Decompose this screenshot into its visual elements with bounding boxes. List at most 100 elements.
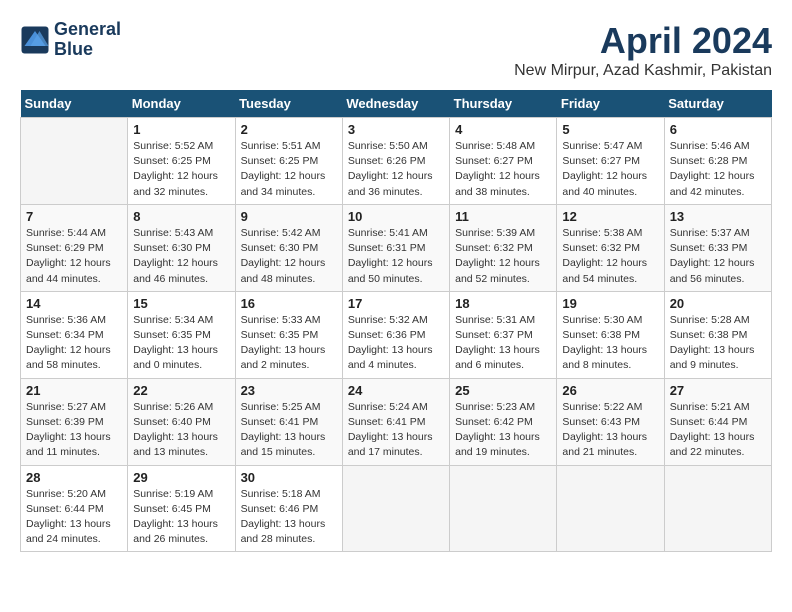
weekday-header-thursday: Thursday [450,90,557,118]
weekday-header-tuesday: Tuesday [235,90,342,118]
day-number: 22 [133,383,229,398]
day-number: 26 [562,383,658,398]
calendar-cell: 5 Sunrise: 5:47 AM Sunset: 6:27 PM Daylig… [557,118,664,205]
day-number: 6 [670,122,766,137]
day-number: 13 [670,209,766,224]
day-number: 19 [562,296,658,311]
calendar-cell: 9 Sunrise: 5:42 AM Sunset: 6:30 PM Daylig… [235,204,342,291]
calendar-cell: 22 Sunrise: 5:26 AM Sunset: 6:40 PM Dayli… [128,378,235,465]
day-number: 2 [241,122,337,137]
calendar-cell [342,465,449,552]
day-number: 17 [348,296,444,311]
day-number: 15 [133,296,229,311]
day-number: 3 [348,122,444,137]
calendar-cell: 14Sunrise: 5:36 AM Sunset: 6:34 PM Dayli… [21,291,128,378]
weekday-header-wednesday: Wednesday [342,90,449,118]
day-info: Sunrise: 5:46 AM Sunset: 6:28 PM Dayligh… [670,139,766,200]
day-info: Sunrise: 5:47 AM Sunset: 6:27 PM Dayligh… [562,139,658,200]
day-number: 25 [455,383,551,398]
calendar-cell: 7 Sunrise: 5:44 AM Sunset: 6:29 PM Daylig… [21,204,128,291]
day-number: 18 [455,296,551,311]
logo-line1: General [54,20,121,40]
calendar-cell: 18 Sunrise: 5:31 AM Sunset: 6:37 PM Dayli… [450,291,557,378]
day-info: Sunrise: 5:52 AM Sunset: 6:25 PM Dayligh… [133,139,229,200]
day-number: 12 [562,209,658,224]
day-number: 21 [26,383,122,398]
weekday-header-row: SundayMondayTuesdayWednesdayThursdayFrid… [21,90,772,118]
day-info: Sunrise: 5:38 AM Sunset: 6:32 PM Dayligh… [562,226,658,287]
day-info: Sunrise: 5:44 AM Sunset: 6:29 PM Dayligh… [26,226,122,287]
calendar-cell: 12 Sunrise: 5:38 AM Sunset: 6:32 PM Dayli… [557,204,664,291]
day-number: 29 [133,470,229,485]
day-info: Sunrise: 5:19 AM Sunset: 6:45 PM Dayligh… [133,487,229,548]
calendar-cell: 27 Sunrise: 5:21 AM Sunset: 6:44 PM Dayli… [664,378,771,465]
week-row-2: 7 Sunrise: 5:44 AM Sunset: 6:29 PM Daylig… [21,204,772,291]
day-info: Sunrise: 5:34 AM Sunset: 6:35 PM Dayligh… [133,313,229,374]
day-info: Sunrise: 5:21 AM Sunset: 6:44 PM Dayligh… [670,400,766,461]
calendar-cell: 23 Sunrise: 5:25 AM Sunset: 6:41 PM Dayli… [235,378,342,465]
day-number: 28 [26,470,122,485]
day-number: 27 [670,383,766,398]
calendar-cell: 3 Sunrise: 5:50 AM Sunset: 6:26 PM Daylig… [342,118,449,205]
day-info: Sunrise: 5:50 AM Sunset: 6:26 PM Dayligh… [348,139,444,200]
calendar-cell: 4Sunrise: 5:48 AM Sunset: 6:27 PM Daylig… [450,118,557,205]
page-header: General Blue April 2024 New Mirpur, Azad… [20,20,772,80]
day-info: Sunrise: 5:24 AM Sunset: 6:41 PM Dayligh… [348,400,444,461]
day-number: 30 [241,470,337,485]
weekday-header-friday: Friday [557,90,664,118]
calendar-cell: 26Sunrise: 5:22 AM Sunset: 6:43 PM Dayli… [557,378,664,465]
calendar-cell: 24 Sunrise: 5:24 AM Sunset: 6:41 PM Dayli… [342,378,449,465]
day-info: Sunrise: 5:31 AM Sunset: 6:37 PM Dayligh… [455,313,551,374]
day-number: 5 [562,122,658,137]
day-number: 14 [26,296,122,311]
page-subtitle: New Mirpur, Azad Kashmir, Pakistan [514,62,772,80]
day-info: Sunrise: 5:30 AM Sunset: 6:38 PM Dayligh… [562,313,658,374]
weekday-header-monday: Monday [128,90,235,118]
calendar-cell: 28 Sunrise: 5:20 AM Sunset: 6:44 PM Dayli… [21,465,128,552]
calendar-cell: 16Sunrise: 5:33 AM Sunset: 6:35 PM Dayli… [235,291,342,378]
calendar-cell [450,465,557,552]
day-info: Sunrise: 5:28 AM Sunset: 6:38 PM Dayligh… [670,313,766,374]
logo-text: General Blue [54,20,121,60]
calendar-cell [21,118,128,205]
week-row-4: 21 Sunrise: 5:27 AM Sunset: 6:39 PM Dayli… [21,378,772,465]
calendar-cell: 17 Sunrise: 5:32 AM Sunset: 6:36 PM Dayli… [342,291,449,378]
day-number: 10 [348,209,444,224]
day-info: Sunrise: 5:42 AM Sunset: 6:30 PM Dayligh… [241,226,337,287]
page-title: April 2024 [514,20,772,62]
day-number: 8 [133,209,229,224]
day-number: 4 [455,122,551,137]
calendar-cell: 11Sunrise: 5:39 AM Sunset: 6:32 PM Dayli… [450,204,557,291]
calendar-cell: 29 Sunrise: 5:19 AM Sunset: 6:45 PM Dayli… [128,465,235,552]
calendar-cell: 6 Sunrise: 5:46 AM Sunset: 6:28 PM Daylig… [664,118,771,205]
day-info: Sunrise: 5:18 AM Sunset: 6:46 PM Dayligh… [241,487,337,548]
calendar-cell: 15 Sunrise: 5:34 AM Sunset: 6:35 PM Dayli… [128,291,235,378]
title-area: April 2024 New Mirpur, Azad Kashmir, Pak… [514,20,772,80]
day-info: Sunrise: 5:32 AM Sunset: 6:36 PM Dayligh… [348,313,444,374]
day-info: Sunrise: 5:27 AM Sunset: 6:39 PM Dayligh… [26,400,122,461]
calendar-cell: 2Sunrise: 5:51 AM Sunset: 6:25 PM Daylig… [235,118,342,205]
calendar-cell: 10 Sunrise: 5:41 AM Sunset: 6:31 PM Dayli… [342,204,449,291]
weekday-header-sunday: Sunday [21,90,128,118]
day-info: Sunrise: 5:33 AM Sunset: 6:35 PM Dayligh… [241,313,337,374]
day-info: Sunrise: 5:43 AM Sunset: 6:30 PM Dayligh… [133,226,229,287]
day-info: Sunrise: 5:26 AM Sunset: 6:40 PM Dayligh… [133,400,229,461]
week-row-1: 1Sunrise: 5:52 AM Sunset: 6:25 PM Daylig… [21,118,772,205]
day-number: 23 [241,383,337,398]
day-info: Sunrise: 5:25 AM Sunset: 6:41 PM Dayligh… [241,400,337,461]
logo-line2: Blue [54,40,121,60]
calendar-cell [664,465,771,552]
day-number: 24 [348,383,444,398]
calendar-cell: 1Sunrise: 5:52 AM Sunset: 6:25 PM Daylig… [128,118,235,205]
day-info: Sunrise: 5:20 AM Sunset: 6:44 PM Dayligh… [26,487,122,548]
logo-icon [20,25,50,55]
calendar-table: SundayMondayTuesdayWednesdayThursdayFrid… [20,90,772,552]
week-row-3: 14Sunrise: 5:36 AM Sunset: 6:34 PM Dayli… [21,291,772,378]
day-info: Sunrise: 5:41 AM Sunset: 6:31 PM Dayligh… [348,226,444,287]
day-number: 20 [670,296,766,311]
calendar-cell: 21 Sunrise: 5:27 AM Sunset: 6:39 PM Dayli… [21,378,128,465]
calendar-cell: 25Sunrise: 5:23 AM Sunset: 6:42 PM Dayli… [450,378,557,465]
day-number: 9 [241,209,337,224]
day-number: 7 [26,209,122,224]
day-number: 11 [455,209,551,224]
